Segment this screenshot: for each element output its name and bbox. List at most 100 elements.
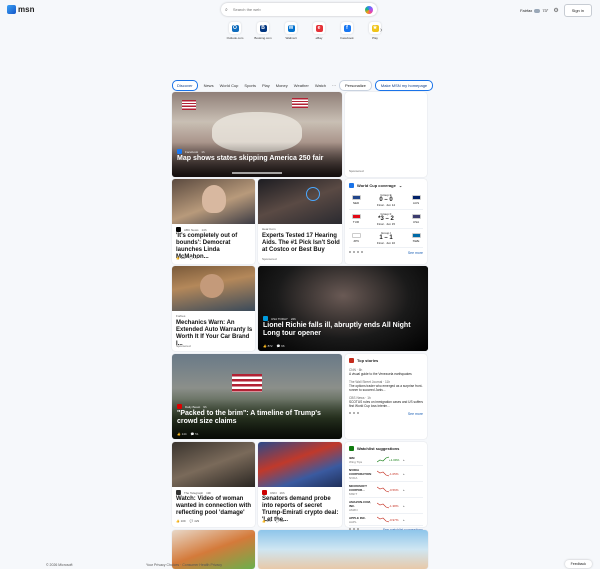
team-flag-icon — [411, 233, 421, 238]
page-dots[interactable] — [349, 412, 359, 416]
feedback-button[interactable]: Feedback — [564, 560, 592, 568]
match-row[interactable]: JPN Group I1 – 1 Final · Jun 16 SWE — [349, 229, 423, 248]
card-source: CNN 16h — [262, 490, 285, 495]
see-more-link[interactable]: See more — [408, 412, 423, 416]
story-item[interactable]: CNN · 6h A visual guide to the Venezuela … — [349, 366, 423, 378]
feed-nav: Discover News World Cup Sports Play Mone… — [172, 80, 336, 91]
card-title[interactable]: Watch: Video of woman wanted in connecti… — [176, 496, 253, 517]
stock-change: +1.09% — [389, 457, 400, 462]
shortcut-1[interactable]: B Booking.com — [250, 22, 276, 40]
news-card[interactable]: CNN 16h Senators demand probe into report… — [258, 442, 342, 527]
match-row[interactable]: TUR Group F *3 – 2 Final · Jun 15 USA — [349, 210, 423, 229]
hero-card[interactable]: Facebook 1h Map shows states skipping Ame… — [172, 92, 342, 177]
msn-logo[interactable]: msn — [7, 5, 34, 14]
top-stories-icon — [349, 358, 354, 363]
match-row[interactable]: NED Group E0 – 0 Final · Jun 14 AUS — [349, 191, 423, 210]
news-card[interactable]: ABC News 14h 'It's completely out of boun… — [172, 179, 255, 264]
sparkline-icon — [377, 516, 389, 523]
signin-button[interactable]: Sign in — [563, 4, 592, 17]
see-more-link[interactable]: See more — [408, 251, 423, 255]
card-metrics: 👍 144 💬 51 — [177, 432, 199, 436]
tab-money[interactable]: Money — [276, 83, 288, 88]
sparkline-icon — [377, 456, 389, 463]
gear-icon[interactable]: ⚙ — [553, 7, 558, 14]
shortcut-label: Play — [372, 36, 378, 40]
shortcut-2[interactable]: W Walmart — [278, 22, 304, 40]
shortcut-3[interactable]: e eBay — [306, 22, 332, 40]
stock-ticker: AAPL — [349, 519, 357, 524]
sponsored-card[interactable]: Hear.Com Experts Tested 17 Hearing Aids.… — [258, 179, 342, 264]
stock-ticker: AMZN — [349, 507, 358, 512]
shortcuts-bar: O Outlook.com B Booking.com W Walmart e eBay f Fa… — [222, 22, 388, 40]
story-text: The options trader who emerged as a surp… — [349, 384, 423, 392]
sparkline-icon — [377, 470, 389, 477]
chevron-right-icon[interactable]: › — [380, 27, 382, 34]
shortcut-5[interactable]: ★ Play — [362, 22, 388, 40]
team-flag-icon — [351, 233, 361, 238]
match-status: Final · Jun 16 — [376, 241, 396, 245]
story-item[interactable]: The Wall Street Journal · 11h The options… — [349, 378, 423, 394]
tab-sports[interactable]: Sports — [244, 83, 256, 88]
stock-row[interactable]: AMAZON.COM, INC. AMZN -1.38% + — [349, 498, 423, 514]
add-stock-icon[interactable]: + — [403, 504, 411, 508]
weather-widget[interactable]: Fairfax 73° — [520, 8, 548, 13]
privacy-choices-link[interactable]: Your Privacy Choices — [146, 563, 179, 567]
card-title[interactable]: Experts Tested 17 Hearing Aids. The #1 P… — [262, 233, 340, 254]
copilot-icon[interactable] — [365, 5, 373, 14]
stock-change: -1.38% — [389, 503, 399, 508]
chevron-down-icon[interactable]: ⌄ — [399, 183, 402, 188]
card-image — [172, 442, 255, 487]
home-team: JPN — [353, 239, 359, 243]
tab-play[interactable]: Play — [262, 83, 270, 88]
stock-row[interactable]: NVIDIA CORPORATION NVDA -1.05% + — [349, 466, 423, 482]
stock-row[interactable]: APPLE INC. AAPL -0.97% + — [349, 514, 423, 526]
tab-news[interactable]: News — [204, 83, 214, 88]
chart-icon — [349, 446, 354, 451]
page-dots[interactable] — [349, 251, 363, 255]
tab-watch[interactable]: Watch — [315, 83, 326, 88]
card-image — [172, 354, 342, 439]
add-stock-icon[interactable]: + — [403, 488, 411, 492]
story-item[interactable]: CBS News · 1h SCOTUS rules on immigration… — [349, 394, 423, 410]
away-team: AUS — [412, 201, 420, 205]
card-title[interactable]: "Packed to the brim": A timeline of Trum… — [177, 410, 337, 426]
tab-world-cup[interactable]: World Cup — [220, 83, 239, 88]
widget-title: Top stories — [357, 358, 379, 363]
feature-card[interactable]: Daily Beast 9h "Packed to the brim": A ti… — [172, 354, 342, 439]
search-input[interactable] — [232, 7, 360, 12]
personalize-button[interactable]: Personalize — [339, 80, 372, 91]
world-cup-widget: World Cup coverage ⌄ NED Group E0 – 0 Fina… — [345, 179, 427, 264]
add-stock-icon[interactable]: + — [403, 472, 411, 476]
card-metrics: 👍 109 💬 429 — [176, 519, 200, 523]
shortcut-4[interactable]: f Facebook — [334, 22, 360, 40]
news-card[interactable] — [258, 530, 428, 569]
hero-title[interactable]: Map shows states skipping America 250 fa… — [177, 155, 337, 163]
tab-weather[interactable]: Weather — [294, 83, 309, 88]
sponsored-card[interactable]: Forbes Mechanics Warn: An Extended Auto … — [172, 266, 255, 351]
shortcut-label: eBay — [315, 36, 323, 40]
card-source: The Telegraph 19h — [176, 490, 211, 495]
shortcut-0[interactable]: O Outlook.com — [222, 22, 248, 40]
stock-row[interactable]: MICROSOFT CORPOR... MSFT -0.56% + — [349, 482, 423, 498]
hero-source: Facebook 1h — [177, 149, 205, 154]
stock-row[interactable]: IBM Wing Tips +1.09% + — [349, 454, 423, 466]
sponsored-ad-card[interactable]: Sponsored — [345, 92, 427, 177]
add-stock-icon[interactable]: + — [403, 518, 411, 522]
more-tabs-button[interactable]: ··· — [332, 83, 336, 88]
add-stock-icon[interactable]: + — [403, 458, 411, 462]
story-text: SCOTUS rules on immigration cases and US… — [349, 400, 423, 408]
news-card[interactable]: The Telegraph 19h Watch: Video of woman w… — [172, 442, 255, 527]
feature-card[interactable]: USA TODAY 22h Lionel Richie falls ill, ab… — [258, 266, 428, 351]
footer-links: Your Privacy Choices · Consumer Health P… — [146, 563, 222, 567]
copyright: © 2026 Microsoft — [46, 563, 73, 567]
search-box[interactable]: ⌕ — [221, 3, 377, 16]
logo-text: msn — [18, 5, 35, 14]
card-title[interactable]: Lionel Richie falls ill, abruptly ends A… — [263, 322, 423, 338]
consumer-health-link[interactable]: Consumer Health Privacy — [182, 563, 222, 567]
home-team: NED — [352, 201, 360, 205]
away-team: USA — [412, 220, 420, 224]
make-homepage-button[interactable]: Make MSN my homepage — [374, 80, 434, 91]
tab-discover[interactable]: Discover — [172, 80, 198, 91]
sponsored-label: Sponsored — [262, 257, 277, 261]
card-source: Forbes — [176, 314, 186, 318]
